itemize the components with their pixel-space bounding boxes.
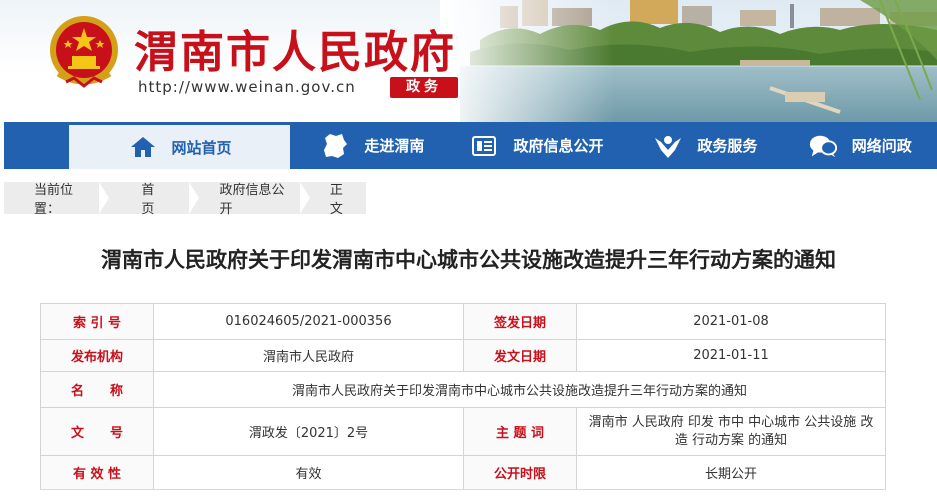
document-meta-table: 索 引 号 016024605/2021-000356 签发日期 2021-01… [40,303,886,490]
site-url[interactable]: http://www.weinan.gov.cn [138,78,356,96]
header-banner: 渭南市人民政府 http://www.weinan.gov.cn 政务 [0,0,937,122]
meta-value-keywords: 渭南市 人民政府 印发 市中 中心城市 公共设施 改造 行动方案 的通知 [576,407,886,456]
meta-value-sign-date: 2021-01-08 [576,303,886,340]
city-lake-scenery-image [440,0,937,122]
breadcrumb-separator [299,182,310,214]
meta-value-index: 016024605/2021-000356 [153,303,464,340]
meta-key-disclosure: 公开时限 [463,455,577,490]
nav-item-label: 政府信息公开 [513,137,604,155]
nav-item-label: 走进渭南 [364,137,425,155]
breadcrumb: 当前位置： 首页 政府信息公开 正文 [4,182,366,217]
nav-item-about-weinan[interactable]: 走进渭南 [300,122,445,169]
meta-value-disclosure: 长期公开 [576,455,886,490]
meta-value-publisher: 渭南市人民政府 [153,339,464,372]
bottom-fade [0,488,937,498]
main-nav: 网站首页 走进渭南 政府信息公开 政务服务 网络问政 [4,122,937,169]
nav-item-label: 政务服务 [697,137,758,155]
map-shape-icon [320,131,350,161]
chat-bubbles-icon [808,131,838,161]
meta-value-issue-date: 2021-01-11 [576,339,886,372]
table-row: 索 引 号 016024605/2021-000356 签发日期 2021-01… [40,303,886,340]
meta-key-sign-date: 签发日期 [463,303,577,340]
document-icon [469,131,499,161]
nav-item-label: 网站首页 [171,138,232,157]
breadcrumb-item-current: 正文 [329,183,343,217]
nav-item-label: 网络问政 [851,137,912,155]
breadcrumb-label: 当前位置： [34,183,74,217]
meta-key-validity: 有 效 性 [40,455,154,490]
nav-item-gov-info[interactable]: 政府信息公开 [445,122,628,169]
table-row: 名 称 渭南市人民政府关于印发渭南市中心城市公共设施改造提升三年行动方案的通知 [40,371,886,408]
article-title: 渭南市人民政府关于印发渭南市中心城市公共设施改造提升三年行动方案的通知 [101,248,836,272]
nav-item-online-inquiry[interactable]: 网络问政 [783,122,937,169]
meta-key-issue-date: 发文日期 [463,339,577,372]
table-row: 发布机构 渭南市人民政府 发文日期 2021-01-11 [40,339,886,372]
table-row: 文 号 渭政发〔2021〕2号 主 题 词 渭南市 人民政府 印发 市中 中心城… [40,407,886,456]
meta-value-name: 渭南市人民政府关于印发渭南市中心城市公共设施改造提升三年行动方案的通知 [153,371,886,408]
nav-item-gov-service[interactable]: 政务服务 [628,122,782,169]
meta-key-keywords: 主 题 词 [463,407,577,456]
service-hands-icon [653,131,683,161]
breadcrumb-separator [99,182,110,214]
table-row: 有 效 性 有效 公开时限 长期公开 [40,455,886,490]
meta-key-doc-no: 文 号 [40,407,154,456]
breadcrumb-item-home[interactable]: 首页 [109,182,189,217]
meta-value-doc-no: 渭政发〔2021〕2号 [153,407,464,456]
site-badge: 政务 [390,77,458,98]
site-title[interactable]: 渭南市人民政府 [134,16,456,80]
nav-item-home[interactable]: 网站首页 [69,122,291,169]
national-emblem-icon [50,16,118,88]
breadcrumb-item-gov-info[interactable]: 政府信息公开 [199,182,299,217]
home-icon [128,132,158,162]
meta-value-validity: 有效 [153,455,464,490]
meta-key-name: 名 称 [40,371,154,408]
meta-key-index: 索 引 号 [40,303,154,340]
breadcrumb-separator [189,182,200,214]
meta-key-publisher: 发布机构 [40,339,154,372]
